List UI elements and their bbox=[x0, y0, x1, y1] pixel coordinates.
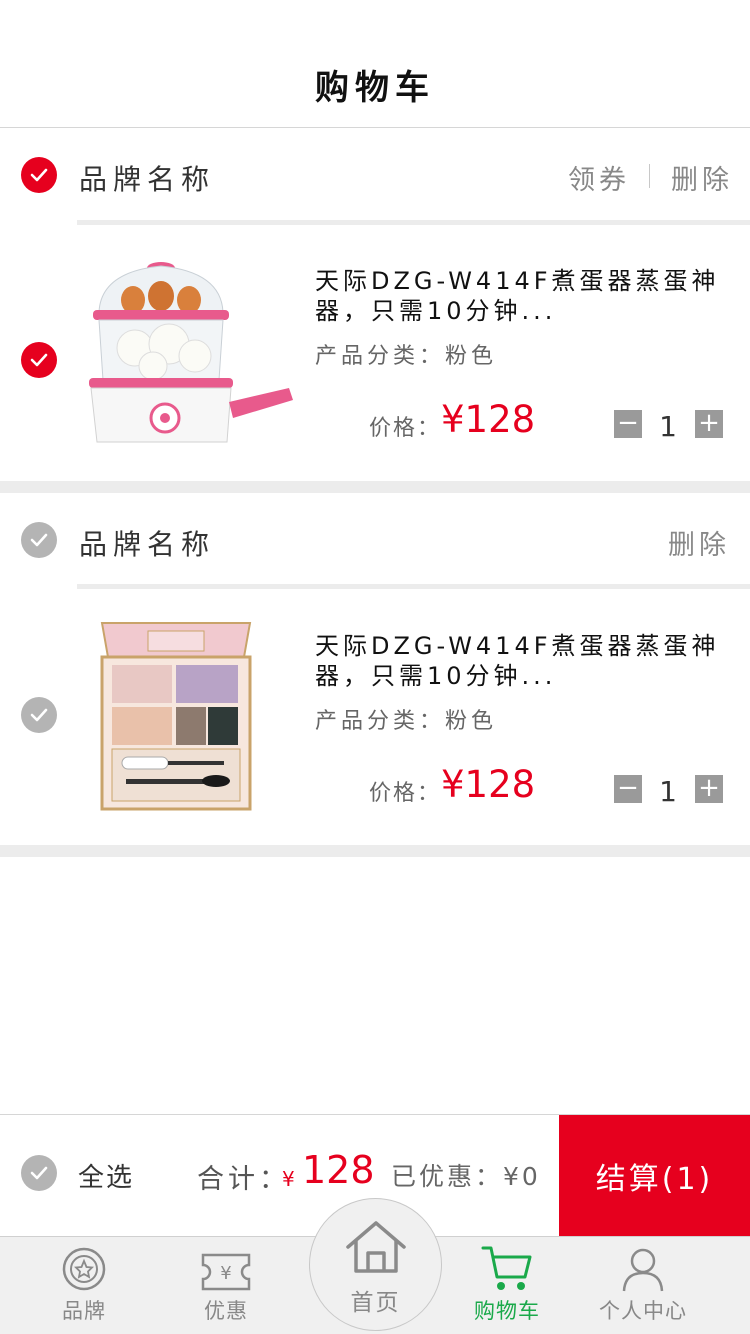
tab-brand[interactable]: 品牌 bbox=[34, 1237, 134, 1334]
brand-badge-icon bbox=[62, 1247, 106, 1291]
item-2-title[interactable]: 天际DZG-W414F煮蛋器蒸蛋神器，只需10分钟... bbox=[315, 631, 740, 691]
user-profile-icon bbox=[622, 1248, 664, 1292]
item-2-spec: 产品分类：粉色 bbox=[315, 709, 498, 734]
item-1-price: ¥128 bbox=[441, 398, 536, 441]
item-2-price-label: 价格： bbox=[369, 781, 442, 806]
shop-1-name: 品牌名称 bbox=[79, 163, 216, 196]
section-gap bbox=[0, 481, 750, 493]
section-gap bbox=[0, 845, 750, 857]
checkmark-icon bbox=[30, 1166, 48, 1180]
total-currency: ¥ bbox=[282, 1167, 295, 1191]
shop-1-select-checkbox[interactable] bbox=[21, 157, 57, 193]
checkmark-icon bbox=[30, 533, 48, 547]
item-2-qty-value: 1 bbox=[659, 775, 677, 808]
eyeshadow-palette-image[interactable] bbox=[96, 617, 256, 813]
item-1-spec: 产品分类：粉色 bbox=[315, 344, 498, 369]
action-separator bbox=[649, 164, 650, 188]
item-2-qty-plus-button[interactable]: + bbox=[695, 775, 723, 803]
tab-home-label: 首页 bbox=[350, 1290, 401, 1316]
tab-brand-label: 品牌 bbox=[62, 1299, 106, 1323]
tab-coupon[interactable]: ¥ 优惠 bbox=[176, 1237, 276, 1334]
select-all-label[interactable]: 全选 bbox=[78, 1157, 134, 1194]
discount-text: 已优惠：¥0 bbox=[391, 1162, 541, 1191]
shop-2-delete-button[interactable]: 删除 bbox=[668, 523, 730, 562]
tab-profile[interactable]: 个人中心 bbox=[590, 1237, 696, 1334]
tab-profile-label: 个人中心 bbox=[599, 1299, 687, 1323]
item-1-select-checkbox[interactable] bbox=[21, 342, 57, 378]
item-2-price: ¥128 bbox=[441, 763, 536, 806]
item-1-qty-plus-button[interactable]: + bbox=[695, 410, 723, 438]
item-1-price-label: 价格： bbox=[369, 416, 442, 441]
checkout-button[interactable]: 结算(1) bbox=[559, 1115, 750, 1236]
svg-text:¥: ¥ bbox=[220, 1263, 231, 1284]
checkmark-icon bbox=[30, 708, 48, 722]
shop-1-divider bbox=[77, 220, 750, 225]
coupon-ticket-icon: ¥ bbox=[201, 1253, 251, 1291]
item-2-select-checkbox[interactable] bbox=[21, 697, 57, 733]
item-1-qty-value: 1 bbox=[659, 410, 677, 443]
page-title: 购物车 bbox=[315, 68, 435, 108]
home-house-icon bbox=[346, 1221, 406, 1273]
shop-2-divider bbox=[77, 584, 750, 589]
item-2-qty-minus-button[interactable]: − bbox=[614, 775, 642, 803]
total-label: 合计： bbox=[197, 1164, 290, 1195]
tab-cart[interactable]: 购物车 bbox=[455, 1237, 559, 1334]
top-header: 购物车 bbox=[0, 0, 750, 128]
shopping-cart-icon bbox=[481, 1246, 532, 1290]
egg-steamer-image[interactable] bbox=[77, 252, 295, 452]
checkmark-icon bbox=[30, 353, 48, 367]
item-1-title[interactable]: 天际DZG-W414F煮蛋器蒸蛋神器，只需10分钟... bbox=[315, 266, 740, 326]
tab-cart-label: 购物车 bbox=[474, 1299, 540, 1323]
total-amount: 128 bbox=[302, 1148, 375, 1192]
tab-home[interactable]: 首页 bbox=[309, 1198, 442, 1331]
shop-2-name: 品牌名称 bbox=[79, 528, 216, 561]
select-all-checkbox[interactable] bbox=[21, 1155, 57, 1191]
item-1-qty-minus-button[interactable]: − bbox=[614, 410, 642, 438]
tab-coupon-label: 优惠 bbox=[204, 1299, 248, 1323]
checkmark-icon bbox=[30, 168, 48, 182]
shop-2-select-checkbox[interactable] bbox=[21, 522, 57, 558]
get-coupon-button[interactable]: 领券 bbox=[568, 158, 630, 197]
shop-1-delete-button[interactable]: 删除 bbox=[671, 158, 733, 197]
